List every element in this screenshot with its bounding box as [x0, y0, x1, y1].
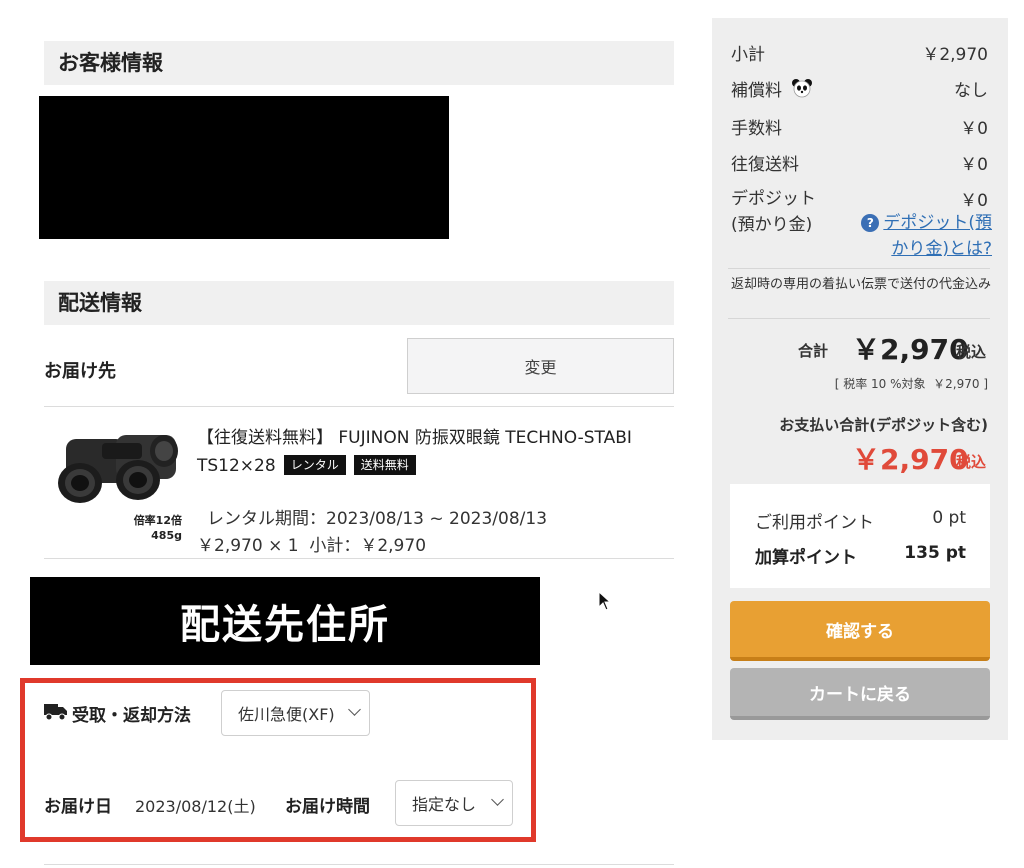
- change-address-button[interactable]: 変更: [407, 338, 674, 394]
- panda-icon: [792, 79, 813, 98]
- delivery-date-label: お届け日: [44, 797, 112, 817]
- binoculars-icon: [58, 435, 178, 503]
- divider: [728, 268, 990, 269]
- rental-badge: レンタル: [283, 455, 346, 475]
- points-box: ご利用ポイント 0 pt 加算ポイント 135 pt: [730, 484, 990, 588]
- product-image[interactable]: [52, 425, 186, 511]
- added-points-label: 加算ポイント: [755, 548, 857, 568]
- fee-value: ￥0: [960, 119, 988, 139]
- customer-info-title: お客様情報: [58, 51, 163, 75]
- delivery-method-label: 受取・返却方法: [72, 706, 191, 726]
- subtotal-label: 小計: [731, 45, 765, 65]
- confirm-button-label: 確認する: [826, 621, 894, 642]
- mouse-cursor-icon: [598, 591, 612, 611]
- confirm-button[interactable]: 確認する: [730, 601, 990, 661]
- deposit-label: デポジット (預かり金): [731, 186, 816, 238]
- back-to-cart-label: カートに戻る: [809, 684, 911, 705]
- compensation-label-text: 補償料: [731, 81, 782, 101]
- payment-total-value: ￥2,970: [852, 443, 969, 476]
- used-points-label: ご利用ポイント: [755, 513, 874, 533]
- question-icon: ?: [861, 214, 880, 232]
- divider: [44, 406, 674, 407]
- compensation-value: なし: [954, 81, 988, 101]
- deposit-value: ￥0: [960, 191, 988, 211]
- chevron-down-icon: [491, 793, 504, 806]
- delivery-method-value: 佐川急便(XF): [238, 705, 335, 724]
- rental-period: レンタル期間：2023/08/13 ~ 2023/08/13: [207, 509, 548, 529]
- round-trip-value: ￥0: [960, 155, 988, 175]
- used-points-value: 0 pt: [932, 508, 966, 528]
- free-shipping-badge: 送料無料: [353, 455, 416, 475]
- added-points-value: 135 pt: [904, 543, 966, 563]
- divider: [44, 558, 674, 559]
- chevron-down-icon: [348, 703, 361, 716]
- subtotal-value: ￥2,970: [922, 45, 988, 65]
- shipping-info-header: 配送情報: [44, 281, 674, 325]
- delivery-to-label: お届け先: [44, 361, 116, 382]
- shipping-info-title: 配送情報: [58, 291, 142, 315]
- deposit-label-line1: デポジット: [731, 189, 816, 209]
- payment-tax-label: 税込: [956, 453, 987, 471]
- price-line: ￥2,970 × 1 小計：￥2,970: [197, 536, 427, 556]
- fee-label: 手数料: [731, 119, 782, 139]
- divider: [44, 864, 674, 865]
- customer-info-header: お客様情報: [44, 41, 674, 85]
- compensation-label: 補償料: [731, 76, 813, 101]
- caption-weight: 485g: [151, 529, 182, 542]
- deposit-label-line2: (預かり金): [731, 215, 813, 235]
- truck-icon: [44, 704, 67, 721]
- redacted-customer-info: [39, 96, 449, 239]
- redacted-address-banner: 配送先住所: [30, 577, 540, 665]
- divider: [728, 318, 990, 319]
- redacted-address-label: 配送先住所: [180, 602, 390, 648]
- delivery-time-label: お届け時間: [285, 797, 370, 817]
- delivery-time-value: 指定なし: [412, 795, 477, 814]
- delivery-time-select[interactable]: 指定なし: [395, 780, 513, 826]
- return-note: 返却時の専用の着払い伝票で送付の代金込み: [731, 277, 992, 292]
- total-value: ￥2,970: [852, 333, 969, 366]
- tax-breakdown: [ 税率 10 %対象 ￥2,970 ]: [834, 377, 988, 391]
- back-to-cart-button[interactable]: カートに戻る: [730, 668, 990, 720]
- total-tax-label: 税込: [956, 343, 987, 361]
- total-label: 合計: [798, 342, 829, 360]
- deposit-link-text: デポジット(預かり金)とは?: [883, 213, 992, 259]
- change-button-label: 変更: [524, 358, 557, 377]
- caption-magnification: 倍率12倍: [133, 514, 182, 527]
- product-image-caption: 倍率12倍 485g: [112, 513, 182, 543]
- delivery-date-value: 2023/08/12(土): [135, 797, 256, 816]
- payment-total-label: お支払い合計(デポジット含む): [779, 416, 988, 434]
- product-title: 【往復送料無料】 FUJINON 防振双眼鏡 TECHNO-STABI TS12…: [197, 424, 687, 480]
- deposit-help-link[interactable]: ? デポジット(預かり金)とは?: [856, 210, 992, 262]
- round-trip-label: 往復送料: [731, 155, 799, 175]
- delivery-method-select[interactable]: 佐川急便(XF): [221, 690, 370, 736]
